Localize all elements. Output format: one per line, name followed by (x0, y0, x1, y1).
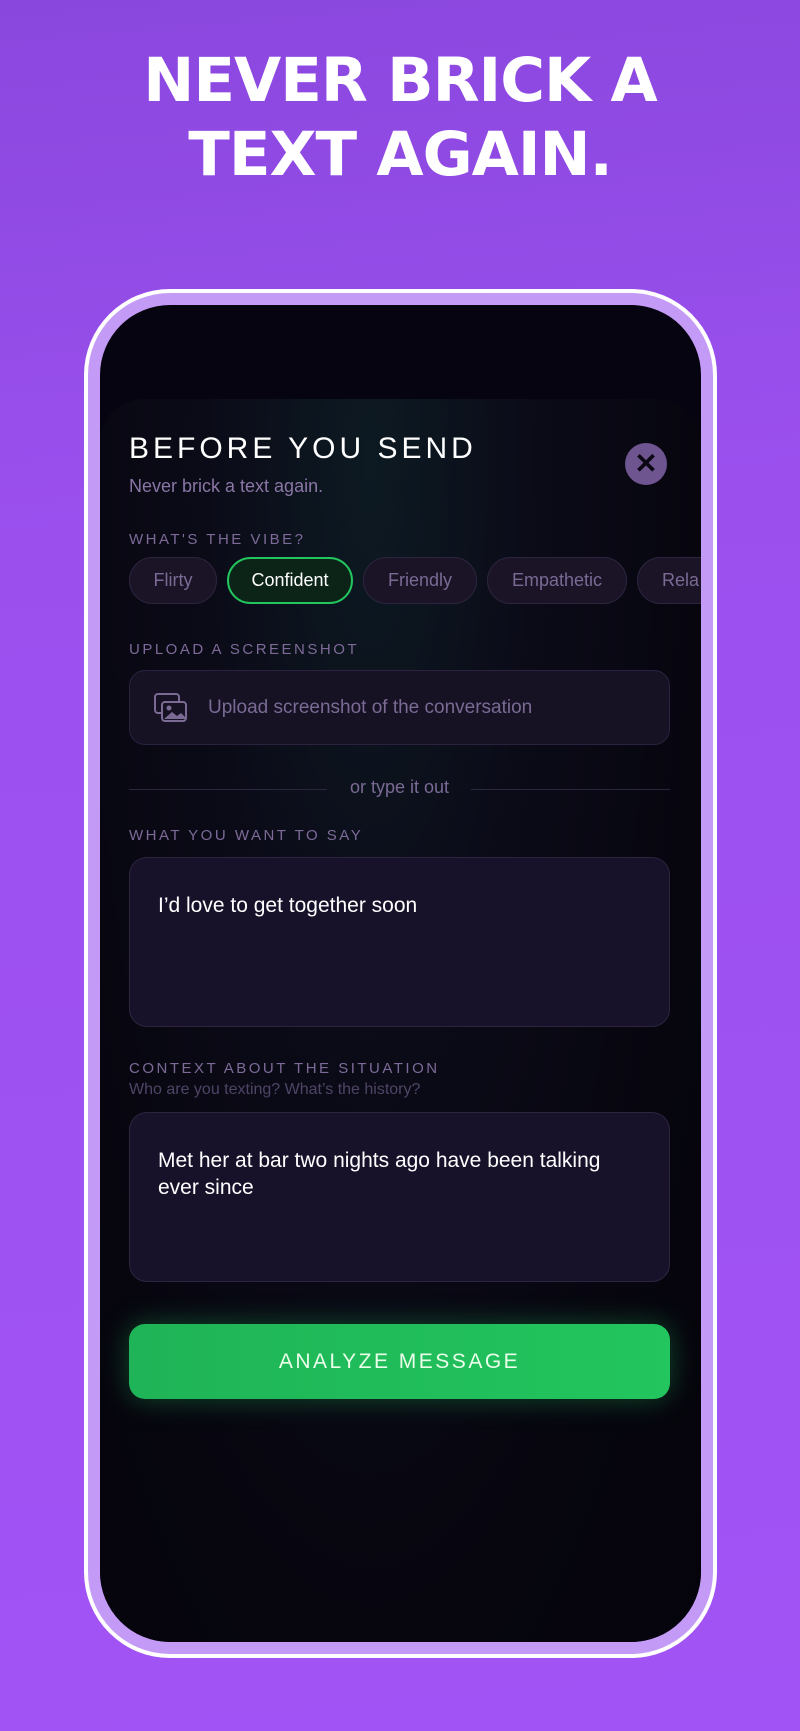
upload-screenshot-button[interactable]: Upload screenshot of the conversation (129, 670, 670, 745)
context-label: CONTEXT ABOUT THE SITUATION (129, 1060, 440, 1077)
analyze-message-button[interactable]: ANALYZE MESSAGE (129, 1324, 670, 1399)
headline-line-1: NEVER BRICK A (143, 45, 657, 116)
context-input[interactable]: Met her at bar two nights ago have been … (129, 1112, 670, 1282)
close-button[interactable]: ✕ (625, 443, 667, 485)
divider-line-right (471, 789, 670, 790)
phone-frame: BEFORE YOU SEND Never brick a text again… (88, 293, 713, 1654)
image-gallery-icon (154, 692, 187, 722)
vibe-chip-friendly[interactable]: Friendly (363, 557, 477, 604)
headline-line-2: TEXT AGAIN. (188, 119, 613, 190)
or-divider: or type it out (129, 777, 670, 801)
vibe-chip-confident[interactable]: Confident (227, 557, 353, 604)
phone-mockup: BEFORE YOU SEND Never brick a text again… (84, 289, 717, 1658)
context-hint: Who are you texting? What’s the history? (129, 1081, 421, 1098)
upload-label: UPLOAD A SCREENSHOT (129, 641, 360, 658)
message-input[interactable]: I’d love to get together soon (129, 857, 670, 1027)
message-label: WHAT YOU WANT TO SAY (129, 827, 364, 844)
close-icon: ✕ (634, 448, 658, 479)
headline: NEVER BRICK A TEXT AGAIN. (0, 44, 800, 192)
phone-screen: BEFORE YOU SEND Never brick a text again… (100, 305, 701, 1642)
sheet-title: BEFORE YOU SEND (129, 432, 477, 465)
vibe-chip-empathetic[interactable]: Empathetic (487, 557, 627, 604)
sheet-subtitle: Never brick a text again. (129, 476, 324, 496)
vibe-chip-relaxed[interactable]: Rela (637, 557, 701, 604)
divider-text: or type it out (349, 777, 450, 797)
vibe-chip-flirty[interactable]: Flirty (129, 557, 217, 604)
upload-placeholder: Upload screenshot of the conversation (208, 696, 533, 718)
vibe-label: WHAT'S THE VIBE? (129, 531, 306, 548)
vibe-chips: Flirty Confident Friendly Empathetic Rel… (129, 557, 701, 604)
